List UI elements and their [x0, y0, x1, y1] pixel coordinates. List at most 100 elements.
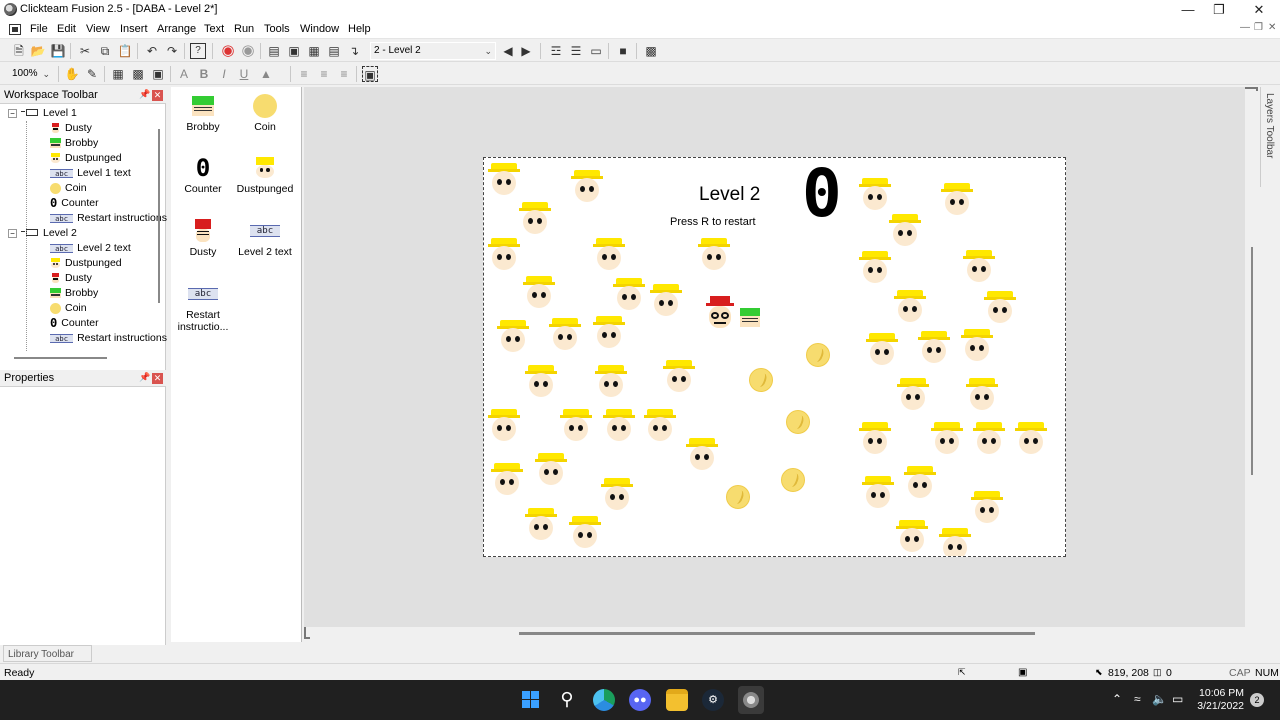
coin-sprite[interactable] — [781, 468, 805, 492]
event-editor-icon[interactable]: ▦ — [306, 43, 322, 59]
brobby-sprite[interactable] — [740, 308, 760, 328]
object-library-item[interactable]: Coin — [233, 91, 297, 133]
undo-icon[interactable]: ↶ — [144, 43, 160, 59]
dustpunged-sprite[interactable] — [488, 238, 520, 272]
dustpunged-sprite[interactable] — [866, 333, 898, 367]
next-frame-icon[interactable]: ▶ — [518, 43, 534, 59]
object-library-item[interactable]: abc Level 2 text — [233, 216, 297, 258]
snap-icon[interactable]: ▩ — [130, 66, 146, 82]
tree-object-node[interactable]: abc Restart instructions — [50, 332, 167, 347]
pin-icon[interactable]: 📌 — [139, 372, 150, 383]
mdi-minimize-icon[interactable]: — — [1240, 22, 1250, 33]
menu-run[interactable]: Run — [234, 23, 254, 35]
menu-text[interactable]: Text — [204, 23, 224, 35]
help-icon[interactable]: ? — [190, 43, 206, 59]
system-clock[interactable]: 10:06 PM 3/21/2022 — [1197, 687, 1244, 713]
window-icon[interactable]: ▭ — [588, 43, 604, 59]
battery-icon[interactable]: ▭ — [1172, 692, 1183, 706]
cut-icon[interactable]: ✂ — [77, 43, 93, 59]
coin-sprite[interactable] — [806, 343, 830, 367]
fit-frame-icon[interactable]: ▣ — [362, 66, 378, 82]
window-layout-icon[interactable]: ▣ — [150, 66, 166, 82]
data-elements-icon[interactable]: ↴ — [346, 43, 362, 59]
paste-icon[interactable]: 📋 — [117, 43, 133, 59]
volume-icon[interactable]: 🔈 — [1152, 692, 1167, 706]
windows-start-icon[interactable] — [520, 689, 542, 711]
restart-instructions-text[interactable]: Press R to restart — [670, 216, 756, 228]
tree-frame-node[interactable]: − Level 2 — [8, 227, 77, 242]
dustpunged-sprite[interactable] — [488, 163, 520, 197]
text-color-icon[interactable]: ▲ — [258, 66, 274, 82]
previous-frame-icon[interactable]: ◀ — [500, 43, 516, 59]
menu-tools[interactable]: Tools — [264, 23, 290, 35]
dusty-sprite[interactable] — [706, 296, 734, 330]
dustpunged-sprite[interactable] — [984, 291, 1016, 325]
dustpunged-sprite[interactable] — [663, 360, 695, 394]
dustpunged-sprite[interactable] — [894, 290, 926, 324]
dustpunged-sprite[interactable] — [939, 528, 971, 556]
dustpunged-sprite[interactable] — [535, 453, 567, 487]
dustpunged-sprite[interactable] — [862, 476, 894, 510]
horizontal-scrollbar[interactable] — [14, 357, 107, 359]
dustpunged-sprite[interactable] — [686, 438, 718, 472]
menu-file[interactable]: File — [30, 23, 48, 35]
align-left-icon[interactable]: ≡ — [296, 66, 312, 82]
dustpunged-sprite[interactable] — [491, 463, 523, 497]
dustpunged-sprite[interactable] — [569, 516, 601, 550]
list-edit-icon[interactable]: ☰ — [568, 43, 584, 59]
scrollbar-thumb[interactable] — [519, 632, 1035, 635]
dustpunged-sprite[interactable] — [941, 183, 973, 217]
wifi-icon[interactable]: ≈ — [1134, 692, 1141, 706]
dustpunged-sprite[interactable] — [593, 238, 625, 272]
close-icon[interactable]: ✕ — [152, 90, 163, 101]
frame-selector[interactable]: 2 - Level 2 ⌄ — [370, 42, 496, 60]
dustpunged-sprite[interactable] — [896, 520, 928, 554]
horizontal-scrollbar[interactable] — [304, 627, 1245, 641]
edge-browser-icon[interactable] — [593, 689, 615, 711]
dustpunged-sprite[interactable] — [601, 478, 633, 512]
run-application-icon[interactable]: ▩ — [643, 43, 659, 59]
open-folder-icon[interactable]: 📂 — [30, 43, 46, 59]
dustpunged-sprite[interactable] — [961, 329, 993, 363]
italic-icon[interactable]: I — [216, 66, 232, 82]
scroll-left-icon[interactable] — [304, 627, 310, 639]
tree-object-node[interactable]: Dusty — [50, 122, 92, 137]
coin-sprite[interactable] — [786, 410, 810, 434]
menu-window[interactable]: Window — [300, 23, 339, 35]
level-title-text[interactable]: Level 2 — [699, 184, 760, 206]
close-icon[interactable]: ✕ — [1241, 0, 1277, 20]
dustpunged-sprite[interactable] — [973, 422, 1005, 456]
document-menu-icon[interactable] — [9, 24, 21, 35]
game-frame[interactable]: Level 2 Press R to restart 0 — [483, 157, 1066, 557]
dustpunged-sprite[interactable] — [971, 491, 1003, 525]
dustpunged-sprite[interactable] — [859, 178, 891, 212]
restore-icon[interactable]: ❐ — [1201, 0, 1237, 20]
search-icon[interactable]: ⚲ — [556, 689, 578, 711]
event-list-editor-icon[interactable]: ▤ — [326, 43, 342, 59]
dustpunged-sprite[interactable] — [644, 409, 676, 443]
new-file-icon[interactable]: 🗎 — [11, 43, 27, 59]
object-library-item[interactable]: Brobby — [171, 91, 235, 133]
library-toolbar-tab[interactable]: Library Toolbar — [3, 645, 92, 662]
layers-toolbar-tab[interactable]: Layers Toolbar — [1260, 87, 1280, 187]
frame-editor-icon[interactable]: ▣ — [286, 43, 302, 59]
storyboard-editor-icon[interactable]: ▤ — [266, 43, 282, 59]
steam-icon[interactable]: ⚙ — [702, 689, 724, 711]
dustpunged-sprite[interactable] — [1015, 422, 1047, 456]
counter-object[interactable]: 0 — [802, 158, 842, 230]
scroll-up-icon[interactable] — [1245, 87, 1258, 91]
coin-sprite[interactable] — [749, 368, 773, 392]
dustpunged-sprite[interactable] — [931, 422, 963, 456]
file-explorer-icon[interactable] — [666, 689, 688, 711]
dustpunged-sprite[interactable] — [571, 170, 603, 204]
scrollbar-thumb[interactable] — [1251, 247, 1253, 475]
coin-sprite[interactable] — [726, 485, 750, 509]
dustpunged-sprite[interactable] — [519, 202, 551, 236]
dustpunged-sprite[interactable] — [603, 409, 635, 443]
object-library-item[interactable]: Dusty — [171, 216, 235, 258]
grid-icon[interactable]: ▦ — [110, 66, 126, 82]
collapse-icon[interactable]: − — [8, 228, 17, 238]
stop-icon[interactable]: ◉ — [220, 43, 236, 59]
tree-frame-node[interactable]: − Level 1 — [8, 107, 77, 122]
notification-badge[interactable]: 2 — [1250, 693, 1264, 707]
